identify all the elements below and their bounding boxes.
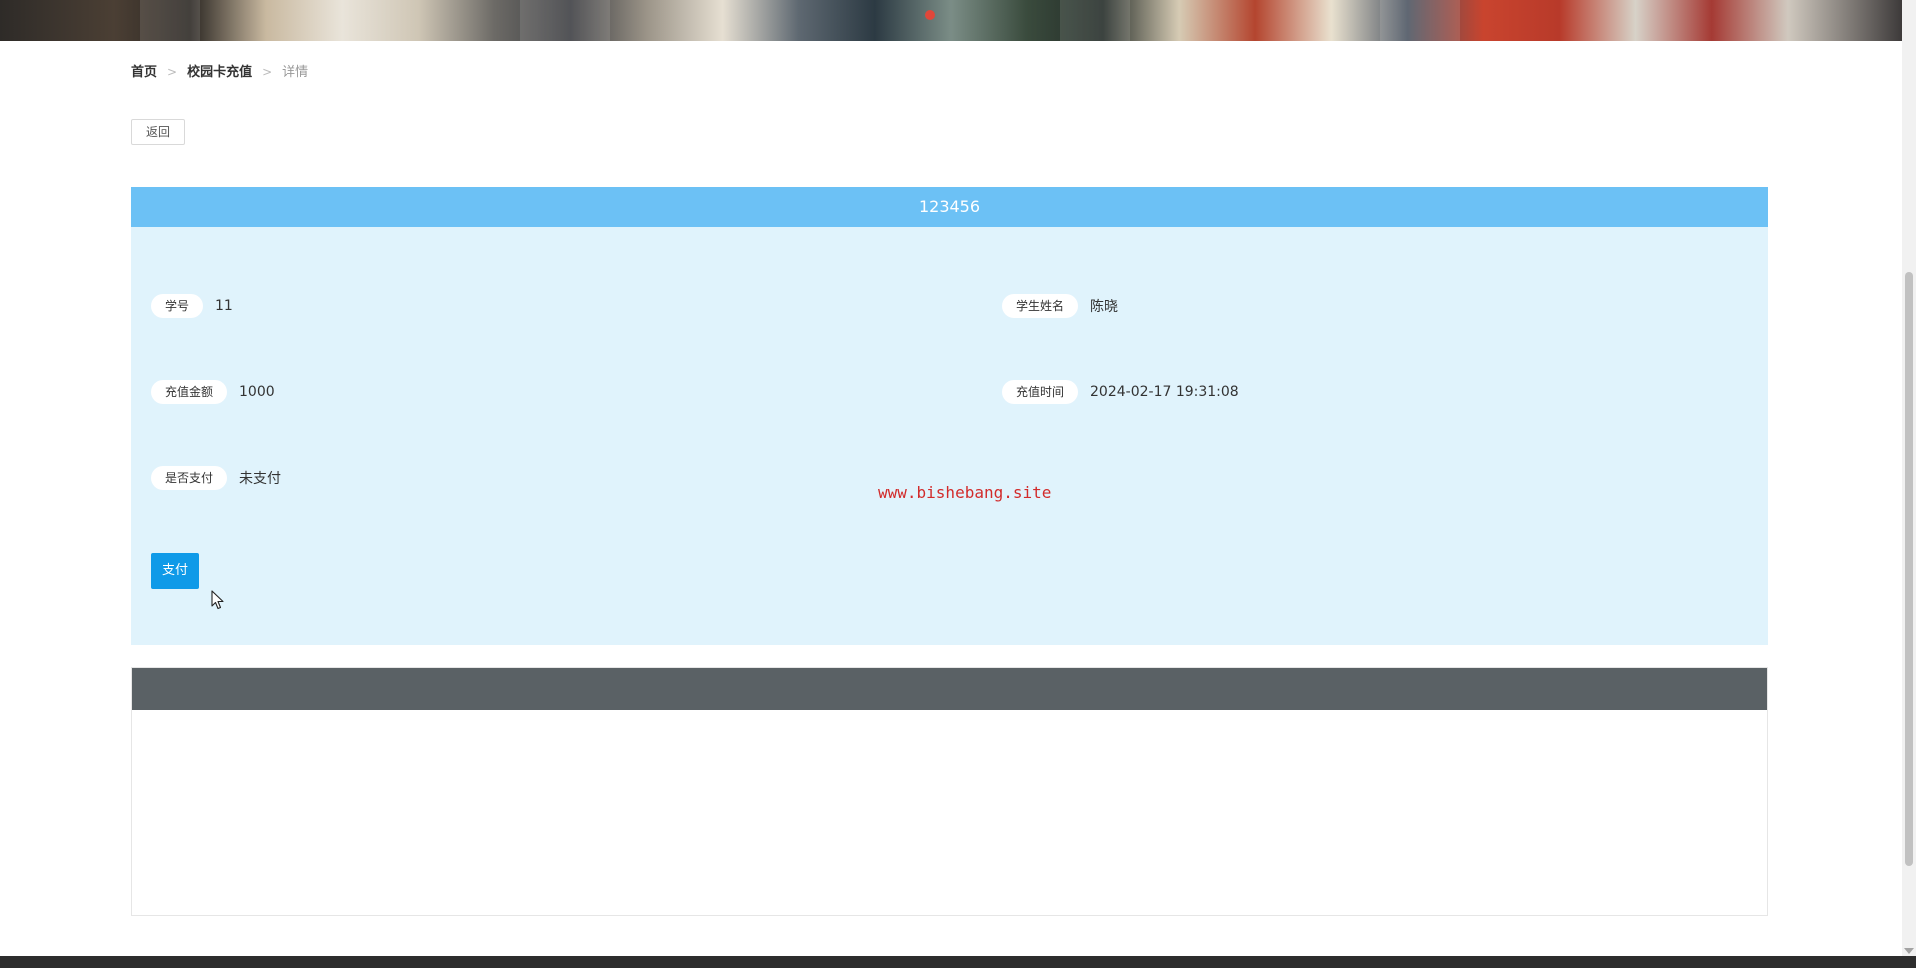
scrollbar-thumb[interactable] xyxy=(1905,272,1913,866)
page: 首页 > 校园卡充值 > 详情 返回 123456 学号 11 学生姓名 陈晓 充值金额… xyxy=(0,0,1916,968)
banner-image-segment xyxy=(520,0,610,41)
banner-image-segment xyxy=(1060,0,1130,41)
breadcrumb-separator: > xyxy=(262,65,273,79)
banner-image-segment xyxy=(140,0,200,41)
field-recharge-time: 充值时间 2024-02-17 19:31:08 xyxy=(1002,380,1239,404)
panel-header xyxy=(132,668,1767,710)
footer xyxy=(0,956,1916,968)
scroll-down-arrow-icon[interactable] xyxy=(1904,948,1914,954)
breadcrumb-home[interactable]: 首页 xyxy=(131,65,157,80)
watermark-text: www.bishebang.site xyxy=(878,483,1052,502)
field-label: 是否支付 xyxy=(151,466,228,490)
field-student-name: 学生姓名 陈晓 xyxy=(1002,294,1118,318)
field-label: 充值金额 xyxy=(151,380,228,404)
banner-carousel[interactable] xyxy=(0,0,1902,41)
field-label: 学号 xyxy=(151,294,204,318)
detail-title: 123456 xyxy=(131,187,1768,227)
field-value: 11 xyxy=(215,298,233,314)
breadcrumb-current: 详情 xyxy=(282,65,309,80)
field-value: 陈晓 xyxy=(1090,299,1119,315)
field-value: 2024-02-17 19:31:08 xyxy=(1090,384,1239,400)
pay-button[interactable]: 支付 xyxy=(151,553,199,589)
detail-card: 123456 学号 11 学生姓名 陈晓 充值金额 1000 充值时间 2024… xyxy=(131,187,1768,645)
breadcrumb-separator: > xyxy=(167,65,178,79)
field-value: 1000 xyxy=(239,384,275,400)
breadcrumb-campus-card-recharge[interactable]: 校园卡充值 xyxy=(187,65,252,80)
page-scrollbar[interactable] xyxy=(1902,0,1916,956)
mouse-cursor-icon xyxy=(211,590,224,610)
back-button[interactable]: 返回 xyxy=(131,119,185,145)
field-recharge-amount: 充值金额 1000 xyxy=(151,380,275,404)
field-student-id: 学号 11 xyxy=(151,294,233,318)
banner-image-segment xyxy=(1380,0,1460,41)
field-payment-status: 是否支付 未支付 xyxy=(151,466,281,490)
breadcrumb: 首页 > 校园卡充值 > 详情 xyxy=(131,62,308,83)
content-panel xyxy=(131,667,1768,916)
field-label: 学生姓名 xyxy=(1002,294,1079,318)
carousel-dot-active[interactable] xyxy=(925,10,935,20)
field-value: 未支付 xyxy=(239,471,282,487)
field-label: 充值时间 xyxy=(1002,380,1079,404)
